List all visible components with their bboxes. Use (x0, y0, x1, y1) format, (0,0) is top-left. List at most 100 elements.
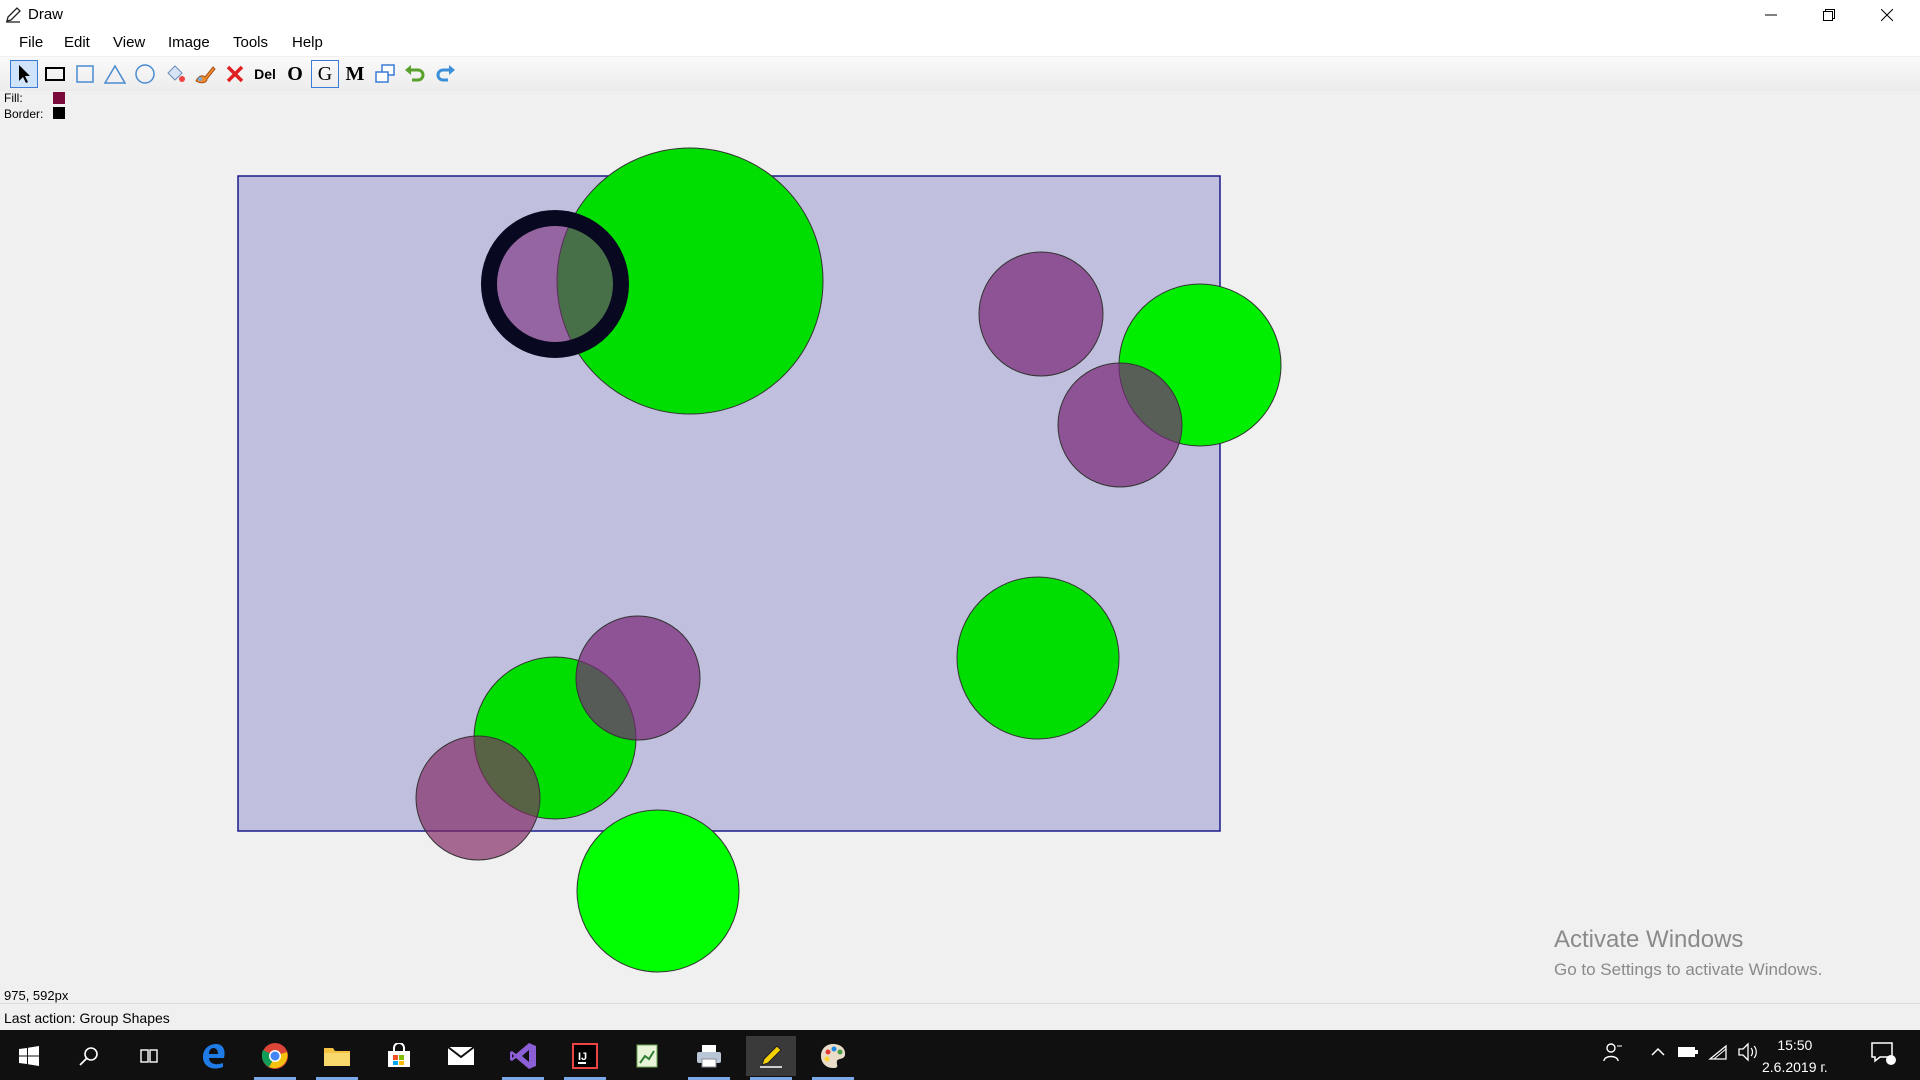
intellij-app[interactable]: IJ (560, 1036, 610, 1080)
visual-studio-app[interactable] (498, 1036, 548, 1080)
speaker-icon (1738, 1042, 1757, 1062)
m-button[interactable]: M (341, 60, 369, 88)
redo-button[interactable] (431, 60, 459, 88)
square-icon (76, 65, 94, 83)
status-divider (0, 1003, 1920, 1004)
edge-icon (203, 1044, 225, 1069)
mail-app[interactable] (436, 1036, 486, 1076)
mail-envelope-icon (447, 1046, 475, 1065)
copy-icon (375, 64, 395, 83)
purple-circle-bottom-lower[interactable] (415, 735, 541, 861)
triangle-tool[interactable] (101, 60, 129, 88)
rectangle-tool[interactable] (41, 60, 69, 88)
purple-circle-bottom-upper[interactable] (575, 615, 701, 741)
volume-button[interactable] (1737, 1042, 1759, 1067)
minimize-icon (1765, 14, 1777, 16)
restore-icon (1823, 9, 1835, 21)
menu-image[interactable]: Image (168, 34, 210, 51)
select-arrow-icon (19, 65, 30, 83)
brush-icon (195, 66, 216, 84)
rectangle-icon (45, 67, 65, 81)
clock-date: 2.6.2019 г. (1762, 1059, 1828, 1075)
ellipse-tool[interactable] (131, 60, 159, 88)
menu-tools[interactable]: Tools (233, 34, 268, 51)
copy-button[interactable] (371, 60, 399, 88)
visual-studio-icon (510, 1043, 536, 1069)
battery-icon (1678, 1047, 1698, 1057)
close-icon (1881, 9, 1893, 21)
window-title: Draw (28, 6, 64, 23)
delete-tool[interactable] (221, 60, 249, 88)
people-icon (1603, 1043, 1622, 1062)
chrome-icon (261, 1043, 288, 1069)
group-button[interactable]: G (311, 60, 339, 88)
task-view-button[interactable] (124, 1036, 174, 1076)
pencil-icon (760, 1045, 782, 1068)
taskbar: IJ 15:50 2.6.2019 г. (0, 1030, 1920, 1080)
spreadsheet-app[interactable] (622, 1036, 672, 1076)
notification-icon (1871, 1042, 1896, 1065)
toolbar: Del O G M (0, 57, 1920, 91)
search-icon (79, 1047, 98, 1066)
edge-app[interactable] (189, 1036, 239, 1076)
windows-logo-icon (19, 1046, 39, 1066)
menu-edit[interactable]: Edit (64, 34, 90, 51)
wifi-icon (1708, 1044, 1727, 1060)
clock-time: 15:50 (1777, 1037, 1813, 1053)
menu-bar: File Edit View Image Tools Help (0, 30, 1920, 56)
activate-heading: Activate Windows (1554, 926, 1744, 953)
system-clock[interactable]: 15:50 2.6.2019 г. (1762, 1034, 1828, 1078)
draw-app[interactable] (746, 1036, 796, 1080)
people-button[interactable] (1603, 1042, 1623, 1067)
brush-tool[interactable] (191, 60, 219, 88)
cursor-coordinates: 975, 592px (4, 988, 69, 1003)
menu-help[interactable]: Help (292, 34, 323, 51)
close-button[interactable] (1858, 0, 1916, 30)
intellij-icon: IJ (572, 1043, 598, 1069)
printer-app[interactable] (684, 1036, 734, 1080)
title-bar: Draw (0, 0, 1920, 30)
chevron-up-icon (1651, 1047, 1665, 1056)
store-bag-icon (388, 1043, 410, 1067)
del-button[interactable]: Del (251, 60, 279, 88)
undo-icon (405, 65, 425, 82)
printer-icon (697, 1045, 721, 1068)
file-explorer-app[interactable] (312, 1036, 362, 1080)
shape-group[interactable] (237, 147, 1282, 861)
minimize-button[interactable] (1742, 0, 1800, 30)
search-button[interactable] (64, 1036, 114, 1076)
palette-icon (821, 1044, 846, 1068)
ellipse-icon (135, 64, 155, 84)
paint-bucket-icon (167, 65, 185, 82)
square-tool[interactable] (71, 60, 99, 88)
show-hidden-icons-button[interactable] (1650, 1042, 1666, 1067)
purple-circle-top-right[interactable] (978, 251, 1104, 377)
green-circle-middle[interactable] (956, 576, 1120, 740)
folder-icon (324, 1048, 350, 1066)
menu-file[interactable]: File (19, 34, 43, 51)
menu-view[interactable]: View (113, 34, 145, 51)
paint-app[interactable] (808, 1036, 858, 1080)
action-center-button[interactable] (1870, 1040, 1896, 1071)
network-button[interactable] (1708, 1042, 1730, 1067)
svg-text:IJ: IJ (578, 1051, 587, 1063)
battery-button[interactable] (1677, 1042, 1699, 1067)
bright-green-circle[interactable] (576, 809, 740, 973)
last-action-status: Last action: Group Shapes (4, 1010, 170, 1026)
drawing-canvas[interactable] (0, 112, 1920, 1000)
pencil-icon (6, 7, 21, 23)
chrome-app[interactable] (250, 1036, 300, 1080)
undo-button[interactable] (401, 60, 429, 88)
redo-icon (436, 65, 455, 82)
purple-circle-ringed[interactable] (481, 210, 629, 358)
fill-tool[interactable] (161, 60, 189, 88)
store-app[interactable] (374, 1036, 424, 1076)
select-tool[interactable] (10, 60, 38, 88)
o-button[interactable]: O (281, 60, 309, 88)
start-button[interactable] (4, 1036, 54, 1076)
delete-x-icon (226, 65, 244, 83)
fill-color-swatch[interactable] (53, 92, 65, 104)
restore-button[interactable] (1800, 0, 1858, 30)
purple-circle-right[interactable] (1057, 362, 1183, 488)
task-view-icon (140, 1049, 158, 1063)
